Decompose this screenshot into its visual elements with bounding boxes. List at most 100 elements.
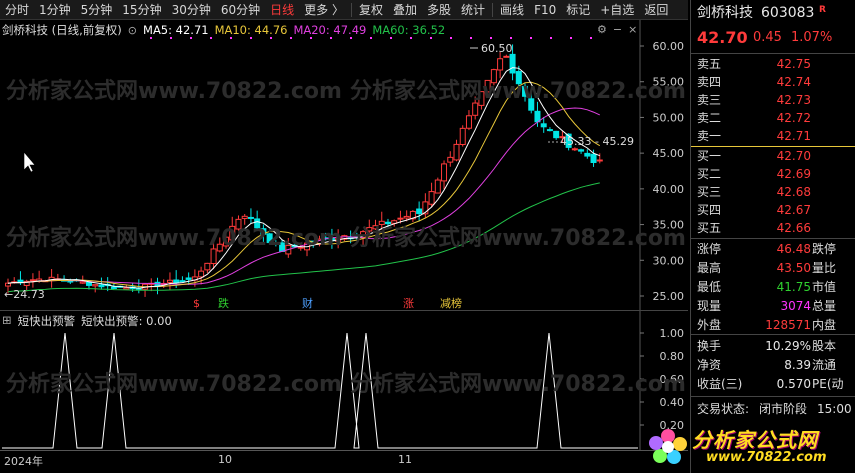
y-tick-label: 50.00 xyxy=(653,111,685,124)
ask-row-label: 卖四 xyxy=(697,75,722,89)
cursor-icon xyxy=(23,151,36,173)
tb-5min[interactable]: 5分钟 xyxy=(76,0,118,20)
stock-name: 剑桥科技 xyxy=(697,5,753,21)
xaxis-label-nov: 11 xyxy=(398,453,412,466)
candle-body xyxy=(110,286,117,289)
tb-60min[interactable]: 60分钟 xyxy=(216,0,265,20)
stat-row: 现量 3074 总量 xyxy=(691,297,855,315)
tb-15min[interactable]: 15分钟 xyxy=(117,0,166,20)
kline-chart[interactable]: 60.00 55.00 50.00 45.00 40.00 35.00 30.00 25.00… xyxy=(0,20,688,310)
event-marker[interactable]: 减榜 xyxy=(440,296,462,310)
ma20-label: MA20: 47.49 xyxy=(293,23,367,37)
event-marker[interactable]: 涨 xyxy=(403,297,414,310)
candle-body xyxy=(384,221,391,225)
trade-status: 闭市阶段 xyxy=(759,402,808,416)
stat-row-label: 最高 xyxy=(697,261,722,275)
indicator-chart[interactable]: 1.00 0.80 0.60 0.40 0.20 分析家公式网www.70822.com 分… xyxy=(0,310,688,460)
candle-body xyxy=(447,156,454,163)
bid-row-value: 42.70 xyxy=(776,149,811,163)
bid-row-label: 买三 xyxy=(697,185,722,199)
xaxis-label-year: 2024年 xyxy=(4,455,43,468)
ask-row-label: 卖二 xyxy=(697,111,722,125)
candle-body xyxy=(166,279,173,283)
ask-row: 卖二 42.72 xyxy=(691,109,855,127)
stat-row: 涨停 46.48 跌停 xyxy=(691,240,855,258)
tb-stats[interactable]: 统计 xyxy=(456,0,490,20)
tb-back[interactable]: 返回 xyxy=(639,0,673,20)
close-icon[interactable]: × xyxy=(628,23,637,36)
tb-30min[interactable]: 30分钟 xyxy=(167,0,216,20)
bid-row: 买三 42.68 xyxy=(691,183,855,201)
signal-dot xyxy=(490,37,492,39)
y-tick-label: 45.00 xyxy=(653,147,685,160)
ask-row-value: 42.71 xyxy=(776,129,811,143)
candle-body xyxy=(497,58,504,71)
stat2-row-label: 收益(三) xyxy=(697,377,743,391)
bid-row-value: 42.68 xyxy=(776,185,811,199)
tb-adjust[interactable]: 复权 xyxy=(354,0,388,20)
ask-row: 卖三 42.73 xyxy=(691,91,855,109)
watermark-text: 分析家公式网www.70822.com xyxy=(350,371,686,397)
tb-add-watch[interactable]: +自选 xyxy=(595,0,639,20)
bid-row: 买五 42.66 xyxy=(691,219,855,237)
tb-1min[interactable]: 1分钟 xyxy=(34,0,76,20)
ind-tick-label: 1.00 xyxy=(660,327,685,340)
minus-icon[interactable]: − xyxy=(613,23,622,36)
bid-row-value: 42.67 xyxy=(776,203,811,217)
expand-icon[interactable]: ⊞ xyxy=(2,313,12,329)
bid-row-value: 42.69 xyxy=(776,167,811,181)
signal-dot xyxy=(510,37,512,39)
stat-row-value: 128571 xyxy=(765,318,811,332)
stat2-row-value: 8.39 xyxy=(784,358,811,372)
tb-intraday[interactable]: 分时 xyxy=(0,0,34,20)
y-tick-label: 25.00 xyxy=(653,290,685,303)
stat2-row-label2: 股本 xyxy=(812,339,837,353)
event-marker[interactable]: 财 xyxy=(302,296,313,310)
candle-body xyxy=(472,102,479,116)
candle-body xyxy=(459,127,466,145)
candle-body xyxy=(85,281,92,286)
indicator-name[interactable]: 短快出预警 xyxy=(18,313,76,329)
indicator-value: 短快出预警: 0.00 xyxy=(81,314,172,328)
ask-row-value: 42.75 xyxy=(776,57,811,71)
candle-body xyxy=(67,280,74,283)
tb-daily[interactable]: 日线 xyxy=(265,0,299,20)
stat-row-label: 涨停 xyxy=(697,242,722,256)
stock-code: 603083 xyxy=(761,5,815,21)
tb-draw[interactable]: 画线 xyxy=(495,0,529,20)
stat-row: 最高 43.50 量比 xyxy=(691,259,855,277)
event-marker[interactable]: $ xyxy=(193,297,200,310)
tb-mark[interactable]: 标记 xyxy=(561,0,595,20)
stat-row-label: 外盘 xyxy=(697,318,722,332)
price-change: 0.45 xyxy=(753,30,782,45)
candle-body xyxy=(428,191,435,205)
stat-row-value: 46.48 xyxy=(776,242,811,256)
bid-row-label: 买二 xyxy=(697,167,722,181)
bid-row-label: 买五 xyxy=(697,221,722,235)
tb-f10[interactable]: F10 xyxy=(529,0,561,20)
tb-multi[interactable]: 多股 xyxy=(422,0,456,20)
trade-status-label: 交易状态: xyxy=(697,402,750,416)
tb-more[interactable]: 更多 〉 xyxy=(299,0,349,20)
indicator-legend: ⊞ 短快出预警 短快出预警: 0.00 xyxy=(2,313,172,329)
tb-overlay[interactable]: 叠加 xyxy=(388,0,422,20)
candle-body xyxy=(179,280,186,283)
logo-url: www.70822.com xyxy=(706,450,827,465)
event-marker[interactable]: 跌 xyxy=(218,296,229,310)
stock-header: 剑桥科技 603083 R xyxy=(691,4,855,24)
stock-title: 剑桥科技 (日线,前复权) xyxy=(2,23,122,37)
stat-row-value: 41.75 xyxy=(776,280,811,294)
ma10-label: MA10: 44.76 xyxy=(214,23,288,37)
ind-tick-label: 0.80 xyxy=(660,350,685,363)
date-axis: 2024年 10 11 xyxy=(0,450,688,473)
stat2-row-label: 净资 xyxy=(697,358,722,372)
settings-icon[interactable]: ⚙ xyxy=(597,23,607,36)
candle-body xyxy=(5,282,11,287)
candle-body xyxy=(241,215,248,219)
candle-body xyxy=(534,110,541,123)
price-line-label: 45.33 - 45.29 xyxy=(560,135,634,148)
settings-icon[interactable]: ⊙ xyxy=(128,24,137,37)
watermark-text: 分析家公式网www.70822.com xyxy=(350,78,686,104)
watermark-logo: 分析家公式网 www.70822.com xyxy=(640,420,855,470)
stat-row-label2: 市值 xyxy=(812,280,837,294)
